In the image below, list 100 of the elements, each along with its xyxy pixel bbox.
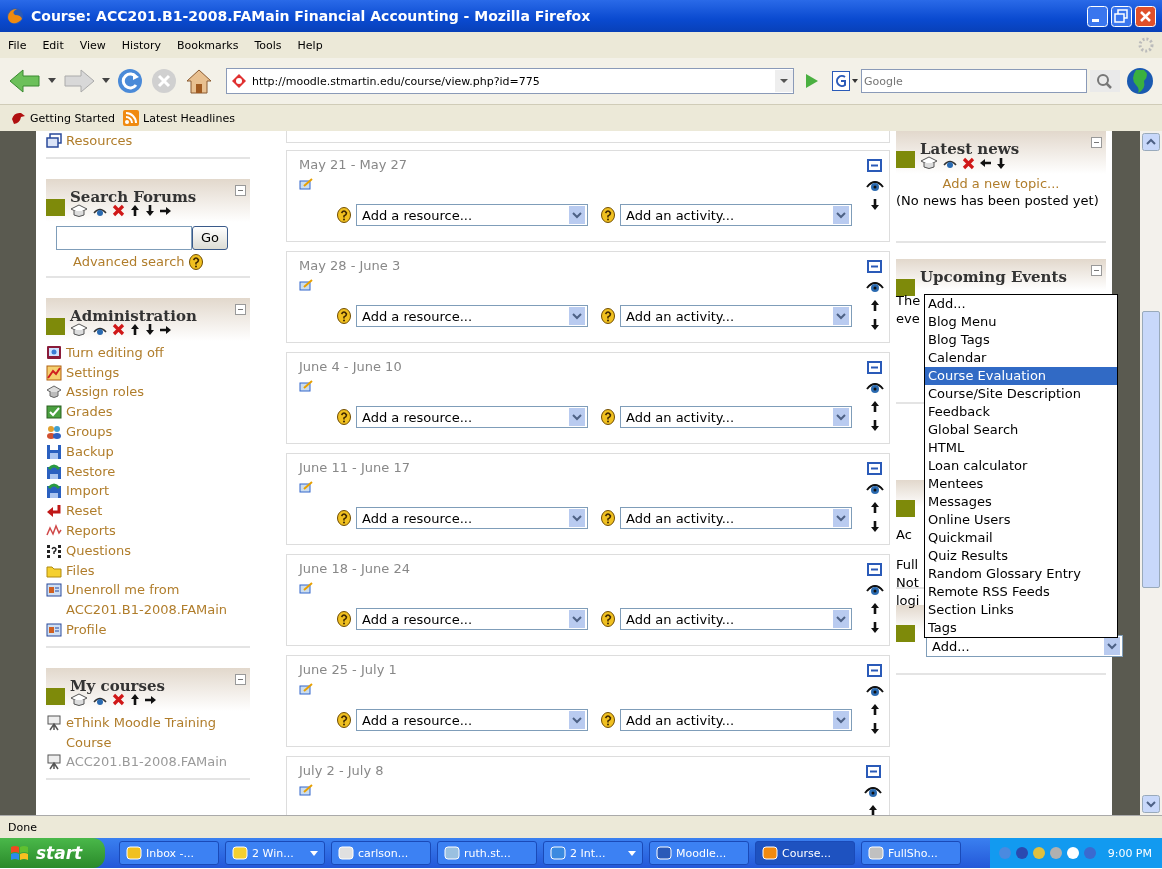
up-arrow-icon[interactable]	[130, 693, 140, 707]
help-icon[interactable]	[337, 409, 351, 425]
dropdown-option[interactable]: Add...	[925, 295, 1117, 313]
delete-icon[interactable]	[962, 156, 975, 170]
dropdown-option[interactable]: Remote RSS Feeds	[925, 583, 1117, 601]
eye-icon[interactable]	[865, 178, 884, 192]
dropdown-option[interactable]: Mentees	[925, 475, 1117, 493]
collapse-icon[interactable]	[867, 159, 882, 172]
menu-link[interactable]: Assign roles	[66, 382, 145, 403]
up-arrow-icon[interactable]	[130, 204, 140, 218]
menu-item[interactable]: Tools	[254, 38, 282, 52]
activity-select[interactable]: Add an activity...	[620, 204, 852, 226]
dropdown-option[interactable]: Tags	[925, 619, 1117, 637]
eye-icon[interactable]	[865, 481, 884, 495]
dropdown-option[interactable]: Calendar	[925, 349, 1117, 367]
dropdown-option[interactable]: Blog Menu	[925, 313, 1117, 331]
resource-select[interactable]: Add a resource...	[356, 709, 588, 731]
taskbar-button[interactable]: carlson...	[331, 841, 431, 865]
menu-link[interactable]: Turn editing off	[66, 342, 164, 363]
activity-select[interactable]: Add an activity...	[620, 406, 852, 428]
down-arrow-icon[interactable]	[869, 198, 880, 211]
search-icon[interactable]	[1090, 70, 1120, 92]
up-arrow-icon[interactable]	[869, 602, 880, 615]
help-icon[interactable]	[337, 712, 351, 728]
help-icon[interactable]	[601, 712, 615, 728]
search-engine-icon[interactable]	[832, 71, 858, 91]
collapse-icon[interactable]	[867, 664, 882, 677]
tray-icon[interactable]	[1065, 845, 1080, 861]
help-icon[interactable]	[188, 253, 203, 270]
back-arrow-icon[interactable]	[8, 67, 42, 95]
advanced-search-link[interactable]: Advanced search	[73, 254, 185, 270]
taskbar-button[interactable]: 2 Int...	[543, 841, 643, 865]
cap-icon[interactable]	[920, 156, 938, 170]
eye-icon[interactable]	[943, 158, 957, 168]
down-arrow-icon[interactable]	[996, 156, 1006, 170]
eye-icon[interactable]	[865, 380, 884, 394]
menu-link[interactable]: Files	[66, 560, 95, 581]
cap-icon[interactable]	[70, 203, 88, 218]
help-icon[interactable]	[601, 409, 615, 425]
dropdown-option[interactable]: Messages	[925, 493, 1117, 511]
dropdown-option[interactable]: Quiz Results	[925, 547, 1117, 565]
menu-link[interactable]: Resources	[66, 131, 133, 151]
menu-link[interactable]: Profile	[66, 619, 107, 640]
scroll-thumb[interactable]	[1142, 311, 1160, 588]
menu-link[interactable]: Grades	[66, 402, 113, 422]
resource-select[interactable]: Add a resource...	[356, 204, 588, 226]
down-arrow-icon[interactable]	[869, 722, 880, 735]
up-arrow-icon[interactable]	[130, 323, 140, 337]
collapse-icon[interactable]	[235, 673, 246, 685]
help-icon[interactable]	[601, 611, 615, 627]
taskbar-button[interactable]: Moodle...	[649, 841, 749, 865]
help-icon[interactable]	[337, 611, 351, 627]
menu-link[interactable]: Backup	[66, 441, 114, 462]
down-arrow-icon[interactable]	[869, 419, 880, 432]
right-arrow-icon[interactable]	[160, 204, 171, 217]
reload-icon[interactable]	[116, 67, 144, 95]
bookmark[interactable]: Getting Started	[10, 110, 116, 126]
delete-icon[interactable]	[112, 204, 125, 218]
eye-icon[interactable]	[864, 784, 882, 798]
close-icon[interactable]	[1135, 5, 1156, 27]
menu-item[interactable]: History	[121, 38, 161, 52]
up-arrow-icon[interactable]	[869, 501, 880, 514]
cap-icon[interactable]	[70, 692, 88, 707]
menu-link[interactable]: Restore	[66, 461, 116, 482]
up-arrow-icon[interactable]	[869, 400, 880, 413]
edit-summary-icon[interactable]	[299, 178, 313, 190]
cap-icon[interactable]	[70, 322, 88, 337]
help-icon[interactable]	[601, 207, 615, 223]
menu-link[interactable]: Unenroll me from ACC201.B1-2008.FAMain	[66, 580, 250, 620]
right-arrow-icon[interactable]	[160, 323, 171, 336]
collapse-icon[interactable]	[867, 260, 882, 273]
dropdown-option[interactable]: Loan calculator	[925, 457, 1117, 475]
collapse-icon[interactable]	[1091, 137, 1102, 148]
help-icon[interactable]	[337, 207, 351, 223]
down-arrow-icon[interactable]	[869, 520, 880, 533]
eye-icon[interactable]	[865, 582, 884, 596]
resource-select[interactable]: Add a resource...	[356, 305, 588, 327]
eye-icon[interactable]	[865, 279, 884, 293]
taskbar-button[interactable]: 2 Win...	[225, 841, 325, 865]
add-topic-link[interactable]: Add a new topic...	[942, 176, 1060, 191]
scroll-down-icon[interactable]	[1142, 795, 1160, 813]
dropdown-option[interactable]: Course Evaluation	[925, 367, 1117, 385]
menu-link[interactable]: Reset	[66, 501, 103, 521]
dropdown-option[interactable]: Global Search	[925, 421, 1117, 439]
collapse-icon[interactable]	[867, 563, 882, 576]
dropdown-option[interactable]: Random Glossary Entry	[925, 565, 1117, 583]
activity-select[interactable]: Add an activity...	[620, 709, 852, 731]
collapse-icon[interactable]	[1091, 265, 1102, 276]
caret-icon[interactable]	[102, 78, 110, 84]
help-icon[interactable]	[601, 308, 615, 324]
scroll-up-icon[interactable]	[1142, 133, 1160, 151]
collapse-icon[interactable]	[235, 303, 246, 315]
down-arrow-icon[interactable]	[869, 621, 880, 634]
home-icon[interactable]	[184, 67, 214, 95]
caret-icon[interactable]	[48, 78, 56, 84]
minimize-icon[interactable]	[1087, 5, 1108, 27]
edit-summary-icon[interactable]	[299, 279, 313, 291]
menu-link[interactable]: Groups	[66, 422, 113, 442]
edit-summary-icon[interactable]	[299, 582, 313, 594]
search-field[interactable]	[56, 225, 192, 250]
